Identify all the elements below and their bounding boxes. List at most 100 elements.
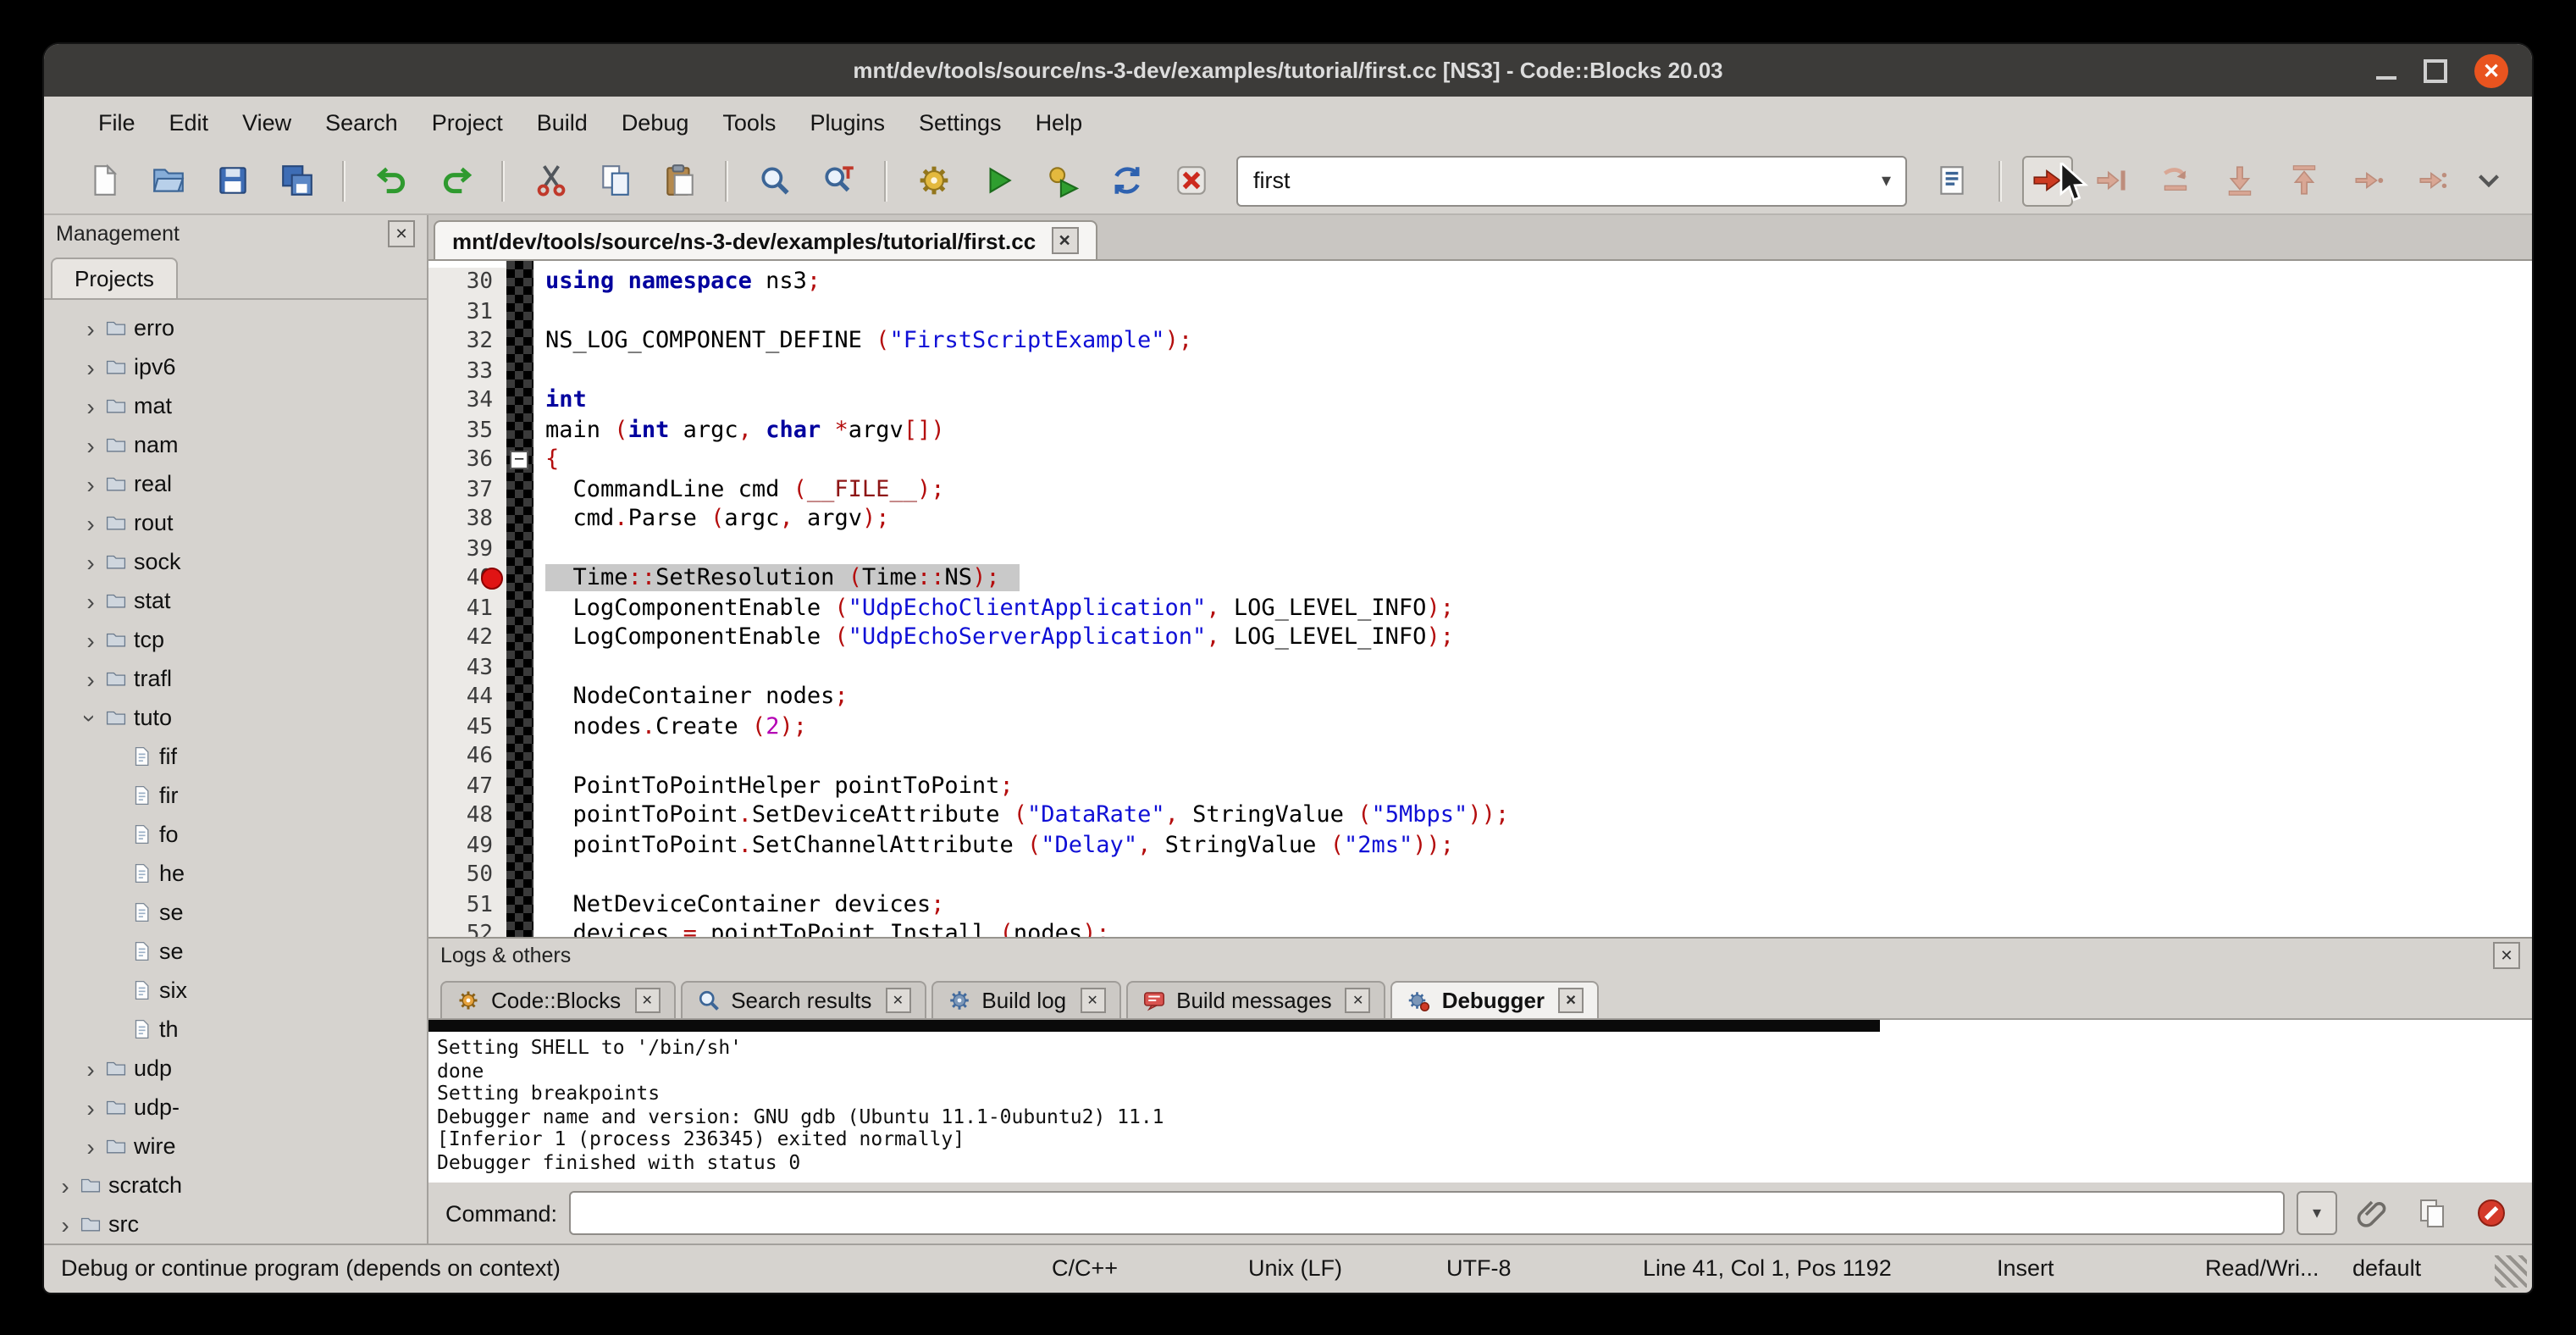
code-text[interactable]: nodes.Create (2); [545,712,807,740]
tree-item-mat[interactable]: ›mat [44,386,427,425]
chevron-right-icon[interactable]: › [80,1055,102,1082]
code-text[interactable]: LogComponentEnable ("UdpEchoClientApplic… [545,594,1454,621]
code-line-47[interactable]: 47 PointToPointHelper pointToPoint; [428,772,2532,801]
tree-item-rout[interactable]: ›rout [44,503,427,542]
line-number[interactable]: 46 [428,742,506,772]
code-text[interactable]: NS_LOG_COMPONENT_DEFINE ("FirstScriptExa… [545,327,1192,354]
tree-item-udp-[interactable]: ›udp- [44,1088,427,1127]
menu-edit[interactable]: Edit [152,102,226,141]
tree-item-stat[interactable]: ›stat [44,581,427,620]
tree-item-se[interactable]: se [44,893,427,932]
run-button[interactable] [972,155,1023,206]
chevron-right-icon[interactable]: › [80,665,102,692]
tree-item-se[interactable]: se [44,932,427,971]
line-number[interactable]: 45 [428,712,506,742]
rebuild-button[interactable] [1101,155,1152,206]
line-number[interactable]: 47 [428,772,506,801]
chevron-right-icon[interactable]: › [54,1210,76,1238]
log-tab-build-messages[interactable]: Build messages✕ [1125,981,1386,1018]
tab-projects[interactable]: Projects [51,258,178,298]
line-number[interactable]: 51 [428,890,506,920]
new-file-button[interactable] [78,155,129,206]
code-text[interactable]: LogComponentEnable ("UdpEchoServerApplic… [545,623,1454,651]
log-tab-close-button[interactable]: ✕ [1080,988,1105,1013]
code-text[interactable]: main (int argc, char *argv[]) [545,416,945,443]
tree-item-trafl[interactable]: ›trafl [44,659,427,698]
line-number[interactable]: 35 [428,416,506,446]
code-line-39[interactable]: 39 [428,535,2532,564]
menu-build[interactable]: Build [520,102,605,141]
code-line-32[interactable]: 32 NS_LOG_COMPONENT_DEFINE ("FirstScriptE… [428,327,2532,357]
menu-tools[interactable]: Tools [705,102,793,141]
code-text[interactable]: NodeContainer nodes; [545,683,849,710]
tree-item-nam[interactable]: ›nam [44,425,427,464]
code-line-30[interactable]: 30using namespace ns3; [428,268,2532,297]
menu-plugins[interactable]: Plugins [793,102,902,141]
line-number[interactable]: 48 [428,801,506,831]
editor-tab-first-cc[interactable]: mnt/dev/tools/source/ns-3-dev/examples/t… [434,220,1097,259]
fold-margin-strip[interactable] [506,261,533,937]
line-number[interactable]: 38 [428,505,506,535]
chevron-right-icon[interactable]: › [80,353,102,380]
replace-button[interactable] [813,155,864,206]
menu-settings[interactable]: Settings [902,102,1019,141]
redo-button[interactable] [430,155,481,206]
tree-item-udp[interactable]: ›udp [44,1049,427,1088]
code-line-52[interactable]: 52 devices = pointToPoint.Install (nodes… [428,920,2532,937]
code-line-42[interactable]: 42 LogComponentEnable ("UdpEchoServerApp… [428,623,2532,653]
next-instruction-button[interactable] [2343,155,2394,206]
editor-tab-close-button[interactable]: ✕ [1051,227,1078,254]
log-tab-search-results[interactable]: Search results✕ [680,981,926,1018]
build-and-run-button[interactable] [1036,155,1087,206]
maximize-button[interactable] [2424,58,2447,82]
tree-item-ipv6[interactable]: ›ipv6 [44,347,427,386]
tree-item-tcp[interactable]: ›tcp [44,620,427,659]
menu-project[interactable]: Project [415,102,520,141]
tree-item-src[interactable]: ›src [44,1205,427,1244]
code-line-38[interactable]: 38 cmd.Parse (argc, argv); [428,505,2532,535]
chevron-right-icon[interactable]: › [80,431,102,458]
line-number[interactable]: 41 [428,594,506,623]
code-text[interactable]: devices = pointToPoint.Install (nodes); [545,920,1110,937]
code-line-45[interactable]: 45 nodes.Create (2); [428,712,2532,742]
code-text[interactable]: cmd.Parse (argc, argv); [545,505,890,532]
undo-button[interactable] [366,155,417,206]
debugger-log[interactable]: Setting SHELL to '/bin/sh'doneSetting br… [428,1020,2532,1183]
chevron-right-icon[interactable]: › [80,587,102,614]
resize-grip[interactable] [2495,1255,2527,1288]
command-input[interactable] [569,1191,2285,1235]
chevron-right-icon[interactable]: › [80,548,102,575]
cut-button[interactable] [525,155,576,206]
copy-log-button[interactable] [2408,1189,2456,1237]
menu-search[interactable]: Search [308,102,415,141]
line-number[interactable]: 32 [428,327,506,357]
attach-button[interactable] [2349,1189,2396,1237]
paste-button[interactable] [654,155,705,206]
code-text[interactable]: pointToPoint.SetChannelAttribute ("Delay… [545,831,1454,858]
step-into-button[interactable] [2214,155,2265,206]
tree-item-real[interactable]: ›real [44,464,427,503]
chevron-right-icon[interactable]: › [80,392,102,419]
code-text[interactable]: NetDeviceContainer devices; [545,890,944,917]
toolbar-overflow-button[interactable] [2465,155,2512,206]
stop-debugger-button[interactable] [2468,1189,2515,1237]
code-line-46[interactable]: 46 [428,742,2532,772]
line-number[interactable]: 37 [428,475,506,505]
code-text[interactable]: int [545,386,587,413]
title-bar[interactable]: mnt/dev/tools/source/ns-3-dev/examples/t… [44,44,2532,97]
tree-item-six[interactable]: six [44,971,427,1010]
build-button[interactable] [908,155,959,206]
chevron-right-icon[interactable]: › [80,1133,102,1160]
code-text[interactable]: using namespace ns3; [545,268,821,295]
copy-button[interactable] [589,155,640,206]
logs-close-button[interactable]: ✕ [2493,942,2520,969]
code-line-41[interactable]: 41 LogComponentEnable ("UdpEchoClientApp… [428,594,2532,623]
code-line-34[interactable]: 34int [428,386,2532,416]
menu-file[interactable]: File [81,102,152,141]
code-line-43[interactable]: 43 [428,653,2532,683]
chevron-right-icon[interactable]: › [80,314,102,341]
symbols-button[interactable] [1926,155,1977,206]
code-line-48[interactable]: 48 pointToPoint.SetDeviceAttribute ("Dat… [428,801,2532,831]
open-button[interactable] [142,155,193,206]
step-out-button[interactable] [2279,155,2330,206]
